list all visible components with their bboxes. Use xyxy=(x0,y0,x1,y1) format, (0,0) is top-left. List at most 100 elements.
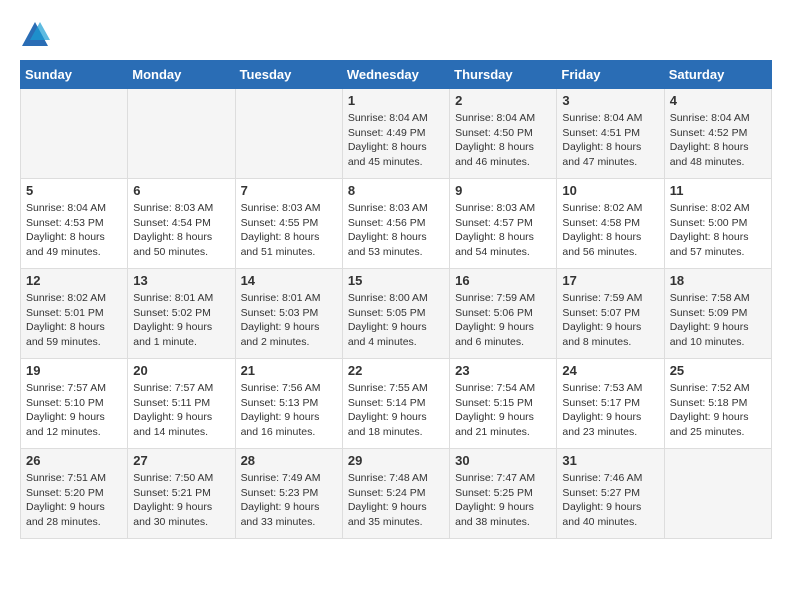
calendar-cell: 2 Sunrise: 8:04 AM Sunset: 4:50 PM Daylig… xyxy=(450,89,557,179)
day-info: Sunrise: 7:50 AM Sunset: 5:21 PM Dayligh… xyxy=(133,471,229,530)
calendar-cell xyxy=(664,449,771,539)
calendar-cell: 17 Sunrise: 7:59 AM Sunset: 5:07 PM Dayli… xyxy=(557,269,664,359)
weekday-header: Saturday xyxy=(664,61,771,89)
calendar-cell: 8 Sunrise: 8:03 AM Sunset: 4:56 PM Daylig… xyxy=(342,179,449,269)
day-info: Sunrise: 8:01 AM Sunset: 5:02 PM Dayligh… xyxy=(133,291,229,350)
day-number: 21 xyxy=(241,363,337,378)
calendar-cell: 18 Sunrise: 7:58 AM Sunset: 5:09 PM Dayli… xyxy=(664,269,771,359)
calendar-cell: 12 Sunrise: 8:02 AM Sunset: 5:01 PM Dayli… xyxy=(21,269,128,359)
calendar-cell: 27Sunrise: 7:50 AM Sunset: 5:21 PM Dayli… xyxy=(128,449,235,539)
weekday-header: Tuesday xyxy=(235,61,342,89)
calendar-cell: 31 Sunrise: 7:46 AM Sunset: 5:27 PM Dayli… xyxy=(557,449,664,539)
day-number: 26 xyxy=(26,453,122,468)
calendar-cell: 4 Sunrise: 8:04 AM Sunset: 4:52 PM Daylig… xyxy=(664,89,771,179)
day-info: Sunrise: 8:02 AM Sunset: 5:01 PM Dayligh… xyxy=(26,291,122,350)
day-info: Sunrise: 8:02 AM Sunset: 4:58 PM Dayligh… xyxy=(562,201,658,260)
day-info: Sunrise: 8:01 AM Sunset: 5:03 PM Dayligh… xyxy=(241,291,337,350)
calendar-week-row: 19 Sunrise: 7:57 AM Sunset: 5:10 PM Dayli… xyxy=(21,359,772,449)
day-info: Sunrise: 8:04 AM Sunset: 4:49 PM Dayligh… xyxy=(348,111,444,170)
calendar-week-row: 1 Sunrise: 8:04 AM Sunset: 4:49 PM Daylig… xyxy=(21,89,772,179)
day-info: Sunrise: 7:58 AM Sunset: 5:09 PM Dayligh… xyxy=(670,291,766,350)
logo-icon xyxy=(20,20,50,50)
day-info: Sunrise: 7:56 AM Sunset: 5:13 PM Dayligh… xyxy=(241,381,337,440)
calendar-header: SundayMondayTuesdayWednesdayThursdayFrid… xyxy=(21,61,772,89)
day-info: Sunrise: 8:03 AM Sunset: 4:55 PM Dayligh… xyxy=(241,201,337,260)
day-number: 9 xyxy=(455,183,551,198)
calendar-cell: 20 Sunrise: 7:57 AM Sunset: 5:11 PM Dayli… xyxy=(128,359,235,449)
calendar-cell: 14 Sunrise: 8:01 AM Sunset: 5:03 PM Dayli… xyxy=(235,269,342,359)
logo xyxy=(20,20,54,50)
calendar-cell: 22 Sunrise: 7:55 AM Sunset: 5:14 PM Dayli… xyxy=(342,359,449,449)
calendar-cell: 6 Sunrise: 8:03 AM Sunset: 4:54 PM Daylig… xyxy=(128,179,235,269)
weekday-header: Friday xyxy=(557,61,664,89)
calendar-cell: 25 Sunrise: 7:52 AM Sunset: 5:18 PM Dayli… xyxy=(664,359,771,449)
day-number: 19 xyxy=(26,363,122,378)
day-info: Sunrise: 8:04 AM Sunset: 4:52 PM Dayligh… xyxy=(670,111,766,170)
day-number: 6 xyxy=(133,183,229,198)
day-number: 13 xyxy=(133,273,229,288)
day-info: Sunrise: 7:46 AM Sunset: 5:27 PM Dayligh… xyxy=(562,471,658,530)
calendar-cell: 1 Sunrise: 8:04 AM Sunset: 4:49 PM Daylig… xyxy=(342,89,449,179)
day-number: 25 xyxy=(670,363,766,378)
day-info: Sunrise: 8:00 AM Sunset: 5:05 PM Dayligh… xyxy=(348,291,444,350)
day-info: Sunrise: 8:04 AM Sunset: 4:50 PM Dayligh… xyxy=(455,111,551,170)
calendar-cell: 21 Sunrise: 7:56 AM Sunset: 5:13 PM Dayli… xyxy=(235,359,342,449)
day-number: 22 xyxy=(348,363,444,378)
day-info: Sunrise: 8:04 AM Sunset: 4:51 PM Dayligh… xyxy=(562,111,658,170)
day-number: 16 xyxy=(455,273,551,288)
calendar-cell: 10 Sunrise: 8:02 AM Sunset: 4:58 PM Dayli… xyxy=(557,179,664,269)
calendar-week-row: 12 Sunrise: 8:02 AM Sunset: 5:01 PM Dayli… xyxy=(21,269,772,359)
weekday-row: SundayMondayTuesdayWednesdayThursdayFrid… xyxy=(21,61,772,89)
day-info: Sunrise: 8:03 AM Sunset: 4:56 PM Dayligh… xyxy=(348,201,444,260)
day-number: 31 xyxy=(562,453,658,468)
day-info: Sunrise: 7:52 AM Sunset: 5:18 PM Dayligh… xyxy=(670,381,766,440)
day-number: 12 xyxy=(26,273,122,288)
day-number: 2 xyxy=(455,93,551,108)
day-info: Sunrise: 7:48 AM Sunset: 5:24 PM Dayligh… xyxy=(348,471,444,530)
day-number: 14 xyxy=(241,273,337,288)
day-info: Sunrise: 7:55 AM Sunset: 5:14 PM Dayligh… xyxy=(348,381,444,440)
day-number: 20 xyxy=(133,363,229,378)
page-header xyxy=(20,20,772,50)
day-info: Sunrise: 8:04 AM Sunset: 4:53 PM Dayligh… xyxy=(26,201,122,260)
calendar-cell xyxy=(235,89,342,179)
calendar-cell xyxy=(128,89,235,179)
calendar-cell: 13 Sunrise: 8:01 AM Sunset: 5:02 PM Dayli… xyxy=(128,269,235,359)
calendar-cell: 9Sunrise: 8:03 AM Sunset: 4:57 PM Daylig… xyxy=(450,179,557,269)
day-number: 29 xyxy=(348,453,444,468)
calendar-cell: 16 Sunrise: 7:59 AM Sunset: 5:06 PM Dayli… xyxy=(450,269,557,359)
day-number: 1 xyxy=(348,93,444,108)
day-number: 8 xyxy=(348,183,444,198)
day-number: 15 xyxy=(348,273,444,288)
day-number: 10 xyxy=(562,183,658,198)
day-number: 24 xyxy=(562,363,658,378)
day-number: 28 xyxy=(241,453,337,468)
day-number: 3 xyxy=(562,93,658,108)
day-info: Sunrise: 7:53 AM Sunset: 5:17 PM Dayligh… xyxy=(562,381,658,440)
day-number: 18 xyxy=(670,273,766,288)
weekday-header: Wednesday xyxy=(342,61,449,89)
day-number: 17 xyxy=(562,273,658,288)
calendar-cell: 24 Sunrise: 7:53 AM Sunset: 5:17 PM Dayli… xyxy=(557,359,664,449)
weekday-header: Thursday xyxy=(450,61,557,89)
calendar-cell: 19 Sunrise: 7:57 AM Sunset: 5:10 PM Dayli… xyxy=(21,359,128,449)
calendar-cell: 23Sunrise: 7:54 AM Sunset: 5:15 PM Dayli… xyxy=(450,359,557,449)
day-info: Sunrise: 7:59 AM Sunset: 5:07 PM Dayligh… xyxy=(562,291,658,350)
day-info: Sunrise: 7:59 AM Sunset: 5:06 PM Dayligh… xyxy=(455,291,551,350)
day-info: Sunrise: 7:51 AM Sunset: 5:20 PM Dayligh… xyxy=(26,471,122,530)
calendar-cell: 30Sunrise: 7:47 AM Sunset: 5:25 PM Dayli… xyxy=(450,449,557,539)
calendar-table: SundayMondayTuesdayWednesdayThursdayFrid… xyxy=(20,60,772,539)
day-info: Sunrise: 7:57 AM Sunset: 5:10 PM Dayligh… xyxy=(26,381,122,440)
calendar-cell: 7 Sunrise: 8:03 AM Sunset: 4:55 PM Daylig… xyxy=(235,179,342,269)
day-number: 7 xyxy=(241,183,337,198)
day-info: Sunrise: 8:02 AM Sunset: 5:00 PM Dayligh… xyxy=(670,201,766,260)
day-number: 30 xyxy=(455,453,551,468)
day-info: Sunrise: 8:03 AM Sunset: 4:54 PM Dayligh… xyxy=(133,201,229,260)
calendar-cell: 29 Sunrise: 7:48 AM Sunset: 5:24 PM Dayli… xyxy=(342,449,449,539)
weekday-header: Monday xyxy=(128,61,235,89)
day-number: 4 xyxy=(670,93,766,108)
calendar-cell: 26 Sunrise: 7:51 AM Sunset: 5:20 PM Dayli… xyxy=(21,449,128,539)
calendar-cell: 28Sunrise: 7:49 AM Sunset: 5:23 PM Dayli… xyxy=(235,449,342,539)
day-info: Sunrise: 7:57 AM Sunset: 5:11 PM Dayligh… xyxy=(133,381,229,440)
day-info: Sunrise: 7:54 AM Sunset: 5:15 PM Dayligh… xyxy=(455,381,551,440)
